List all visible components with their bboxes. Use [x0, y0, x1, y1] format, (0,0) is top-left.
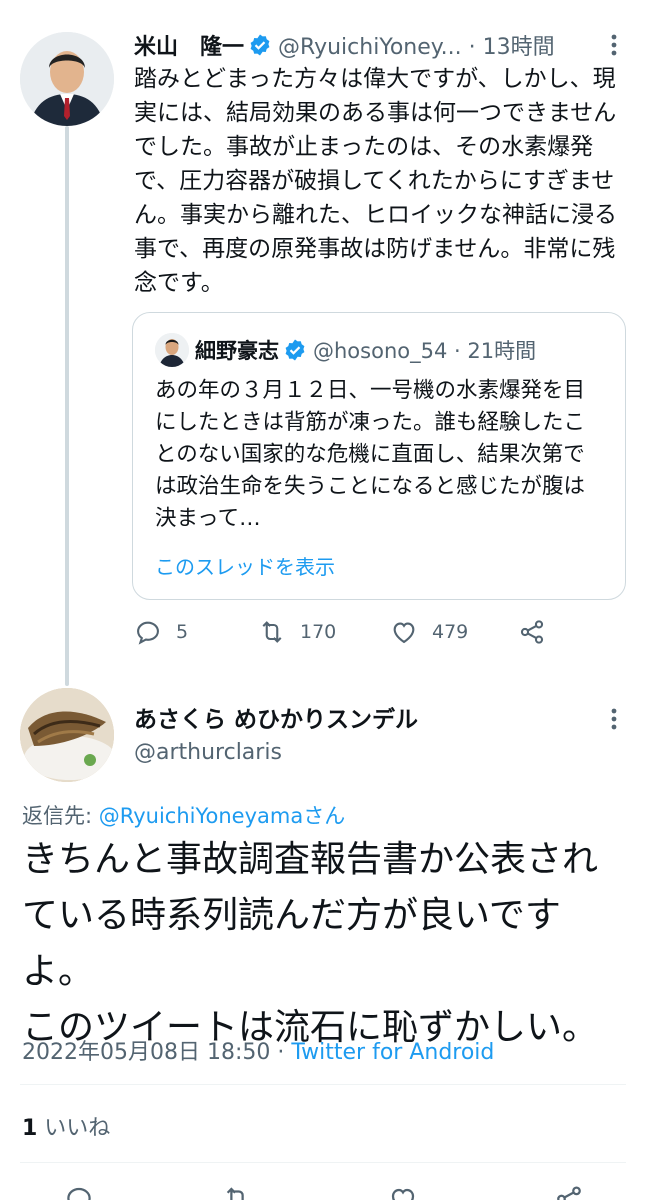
retweet-icon[interactable]	[222, 1184, 252, 1200]
quoted-tweet-text: あの年の３月１２日、一号機の水素爆発を目にしたときは背筋が凍った。誰も経験したこ…	[155, 378, 586, 531]
divider	[20, 1084, 626, 1085]
likes-count: 1	[22, 1116, 38, 1141]
verified-badge-icon	[285, 339, 305, 361]
more-options-icon[interactable]	[604, 708, 624, 730]
author-name[interactable]: 米山 隆一	[134, 29, 244, 61]
replying-to-label: 返信先: @RyuichiYoneyamaさん	[22, 804, 346, 828]
share-icon[interactable]	[554, 1184, 584, 1200]
avatar-food-photo-icon	[20, 688, 114, 782]
reply-author-handle[interactable]: @arthurclaris	[134, 740, 282, 765]
original-tweet-text: 踏みとどまった方々は偉大ですが、しかし、現実には、結局効果のある事は何一つできま…	[134, 66, 617, 296]
like-action[interactable]: 479	[390, 618, 468, 646]
quoted-tweet-card[interactable]: 細野豪志 @hosono_54 · 21時間 あの年の３月１２日、一号機の水素爆…	[132, 312, 626, 600]
reply-author-name[interactable]: あさくら めひかりスンデル	[134, 700, 418, 734]
replying-to-mention[interactable]: @RyuichiYoneyamaさん	[99, 804, 345, 828]
quoted-author-name: 細野豪志	[195, 339, 279, 363]
quoted-tweet-header: 細野豪志 @hosono_54 · 21時間	[195, 333, 536, 367]
author-handle[interactable]: @RyuichiYoney... · 13時間	[278, 29, 555, 61]
thread-connector-line	[65, 126, 69, 686]
tweet-time: 13時間	[482, 35, 555, 60]
tweet-timestamp[interactable]: 2022年05月08日 18:50	[22, 1040, 270, 1065]
quoted-author-handle: @hosono_54 · 21時間	[313, 339, 537, 363]
tweet-meta: 2022年05月08日 18:50 · Twitter for Android	[22, 1040, 495, 1065]
avatar-portrait-icon	[155, 333, 189, 367]
retweet-icon	[262, 621, 282, 643]
reply-count: 5	[176, 621, 189, 643]
likes-label: いいね	[37, 1116, 111, 1141]
share-icon	[520, 620, 544, 644]
avatar-portrait-icon	[20, 32, 114, 126]
more-options-icon[interactable]	[604, 34, 624, 56]
client-link[interactable]: Twitter for Android	[291, 1040, 494, 1065]
reply-tweet-text: きちんと事故調査報告書か公表されている時系列読んだ方が良いですよ。 このツイート…	[22, 839, 599, 1048]
verified-badge-icon	[250, 34, 270, 56]
retweet-count: 170	[300, 621, 337, 643]
reply-icon[interactable]	[64, 1184, 94, 1200]
heart-icon	[393, 622, 415, 644]
quoted-tweet-time: 21時間	[467, 339, 537, 363]
retweet-action[interactable]: 170	[258, 618, 336, 646]
like-count: 479	[432, 621, 469, 643]
reply-action[interactable]: 5	[134, 618, 188, 646]
share-action[interactable]	[518, 618, 560, 646]
avatar-quoted-author	[155, 333, 189, 367]
reply-icon	[137, 621, 159, 645]
show-thread-link[interactable]: このスレッドを表示	[155, 551, 335, 580]
divider	[20, 1162, 626, 1163]
avatar-reply-author[interactable]	[20, 688, 114, 782]
likes-summary[interactable]: 1 いいね	[22, 1110, 110, 1142]
original-tweet-header: 米山 隆一 @RyuichiYoney... · 13時間	[134, 28, 555, 62]
avatar-original-author[interactable]	[20, 32, 114, 126]
heart-icon[interactable]	[388, 1184, 418, 1200]
